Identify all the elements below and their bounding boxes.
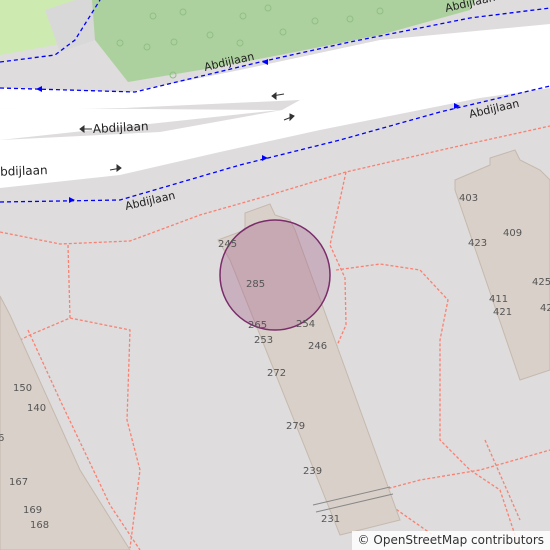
- house-number: 403: [459, 193, 478, 204]
- house-number: 253: [254, 335, 273, 346]
- map-view[interactable]: Abdijlaan Abdijlaan Abdijlaan Abdijlaan …: [0, 0, 550, 550]
- house-number: 167: [9, 477, 28, 488]
- street-label: Abdijlaan: [0, 163, 48, 179]
- house-number: 231: [321, 514, 340, 525]
- house-number: 150: [13, 383, 32, 394]
- house-number: 265: [248, 320, 267, 331]
- house-number: 279: [286, 421, 305, 432]
- house-number: 169: [23, 505, 42, 516]
- house-number: 272: [267, 368, 286, 379]
- house-number: 140: [27, 403, 46, 414]
- attribution-link[interactable]: OpenStreetMap contributors: [373, 533, 544, 547]
- house-number: 409: [503, 228, 522, 239]
- house-number: 42: [540, 303, 550, 314]
- house-number: 239: [303, 466, 322, 477]
- house-number: 168: [30, 520, 49, 531]
- street-label: Abdijlaan: [92, 119, 148, 136]
- house-number: 245: [218, 239, 237, 250]
- copyright-symbol: ©: [357, 533, 370, 547]
- house-number: 6: [0, 433, 4, 444]
- house-number: 411: [489, 294, 508, 305]
- house-number: 421: [493, 307, 512, 318]
- map-attribution: © OpenStreetMap contributors: [351, 531, 550, 550]
- house-number: 285: [246, 279, 265, 290]
- map-canvas[interactable]: Abdijlaan Abdijlaan Abdijlaan Abdijlaan …: [0, 0, 550, 550]
- house-number: 254: [296, 319, 315, 330]
- house-number: 425: [532, 277, 550, 288]
- house-number: 423: [468, 238, 487, 249]
- location-marker[interactable]: [219, 219, 331, 331]
- house-number: 246: [308, 341, 327, 352]
